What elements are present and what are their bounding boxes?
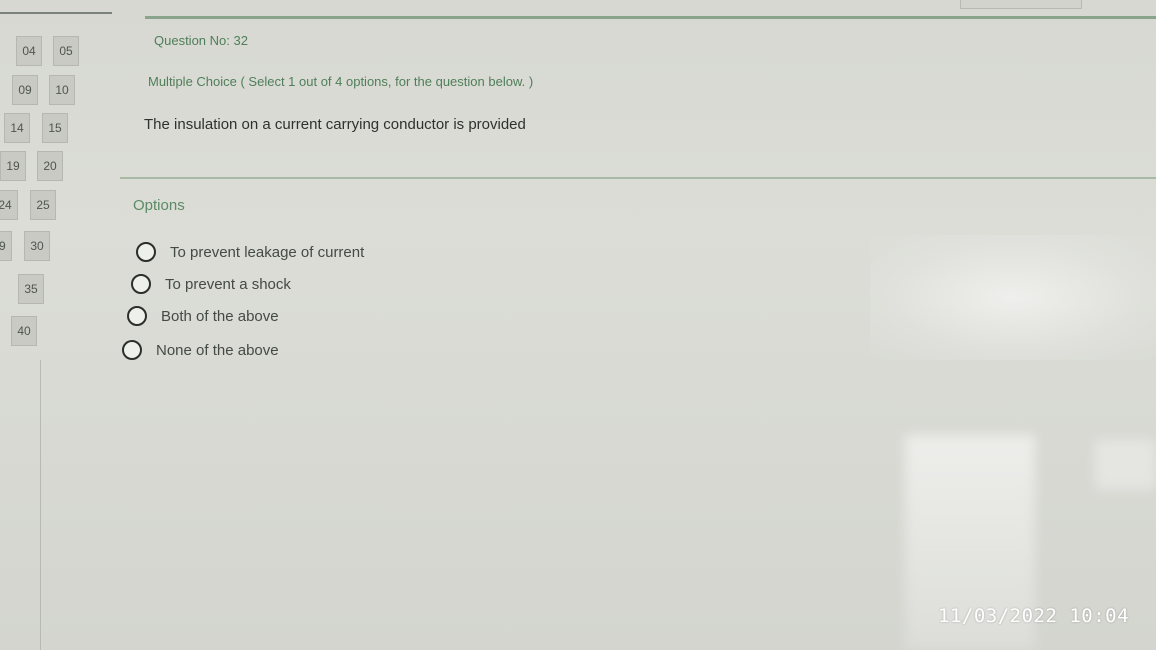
radio-button[interactable] bbox=[136, 242, 156, 262]
radio-button[interactable] bbox=[131, 274, 151, 294]
radio-button[interactable] bbox=[127, 306, 147, 326]
palette-question-button[interactable]: 25 bbox=[30, 190, 56, 220]
palette-question-button[interactable]: 10 bbox=[49, 75, 75, 105]
palette-question-button[interactable]: 15 bbox=[42, 113, 68, 143]
option-1[interactable]: To prevent leakage of current bbox=[136, 242, 364, 262]
question-number: Question No: 32 bbox=[154, 33, 248, 48]
palette-question-button[interactable]: 04 bbox=[16, 36, 42, 66]
radio-button[interactable] bbox=[122, 340, 142, 360]
palette-question-button[interactable]: 20 bbox=[37, 151, 63, 181]
question-text: The insulation on a current carrying con… bbox=[144, 116, 526, 133]
palette-question-button[interactable]: 14 bbox=[4, 113, 30, 143]
question-palette: 04 05 09 10 14 15 19 20 24 25 29 30 35 4… bbox=[0, 30, 118, 650]
question-type-instruction: Multiple Choice ( Select 1 out of 4 opti… bbox=[148, 74, 534, 89]
top-rule bbox=[145, 16, 1156, 19]
option-3[interactable]: Both of the above bbox=[127, 306, 279, 326]
palette-question-button[interactable]: 40 bbox=[11, 316, 37, 346]
photo-timestamp: 11/03/2022 10:04 bbox=[938, 605, 1130, 627]
palette-question-button[interactable]: 30 bbox=[24, 231, 50, 261]
palette-question-button[interactable]: 35 bbox=[18, 274, 44, 304]
top-right-panel-edge bbox=[960, 0, 1082, 9]
palette-border bbox=[40, 360, 41, 650]
option-2[interactable]: To prevent a shock bbox=[131, 274, 291, 294]
palette-question-button[interactable]: 05 bbox=[53, 36, 79, 66]
option-label: To prevent leakage of current bbox=[170, 243, 365, 261]
top-rule-left bbox=[0, 12, 112, 14]
palette-question-button[interactable]: 19 bbox=[0, 151, 26, 181]
option-label: To prevent a shock bbox=[165, 275, 291, 293]
screen-glare bbox=[870, 235, 1156, 360]
option-4[interactable]: None of the above bbox=[122, 340, 279, 360]
palette-question-button[interactable]: 24 bbox=[0, 190, 18, 220]
palette-question-button[interactable]: 29 bbox=[0, 231, 12, 261]
options-heading: Options bbox=[133, 197, 185, 214]
option-label: None of the above bbox=[156, 341, 279, 359]
screen-glare bbox=[1095, 440, 1156, 490]
palette-question-button[interactable]: 09 bbox=[12, 75, 38, 105]
option-label: Both of the above bbox=[161, 307, 279, 325]
section-divider bbox=[120, 177, 1156, 179]
